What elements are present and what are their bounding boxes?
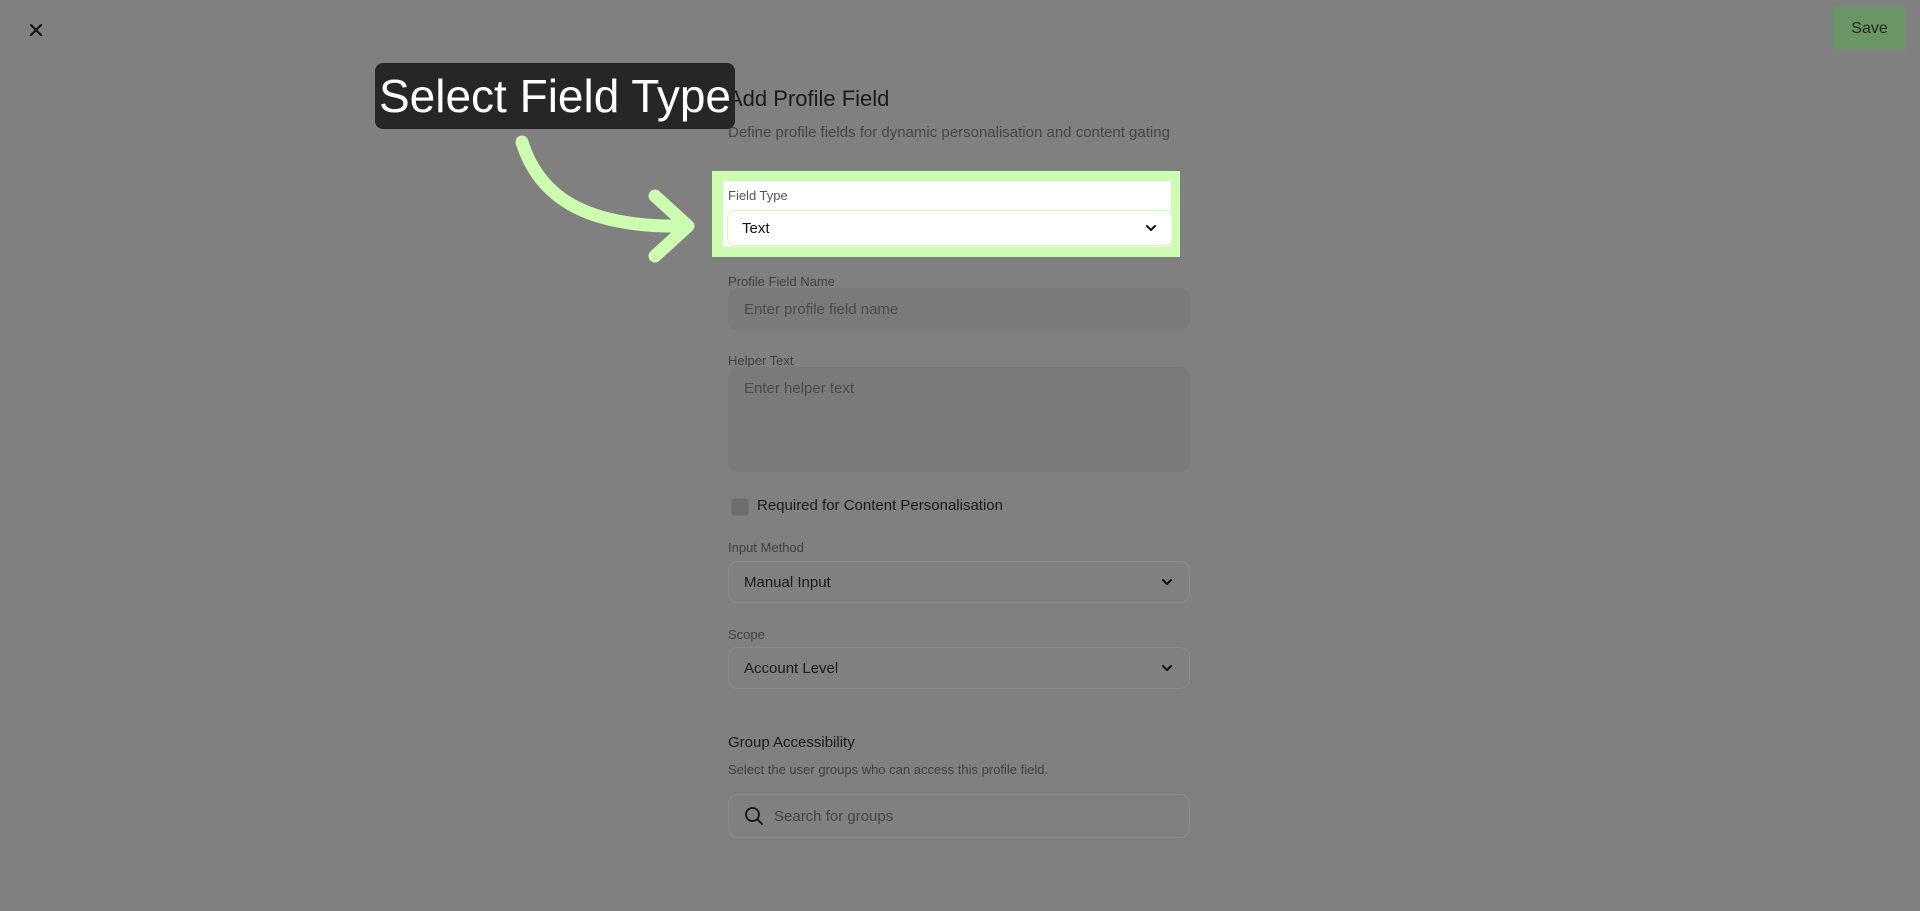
chevron-down-icon: [1162, 579, 1172, 585]
scope-select[interactable]: Account Level: [728, 647, 1190, 689]
required-checkbox[interactable]: [731, 498, 749, 516]
page-title: Add Profile Field: [728, 86, 890, 111]
helper-text-textarea[interactable]: Enter helper text: [728, 367, 1190, 472]
chevron-down-icon: [1162, 665, 1172, 671]
close-icon: [30, 24, 42, 36]
required-checkbox-label: Required for Content Personalisation: [757, 497, 1003, 514]
scope-label: Scope: [728, 627, 765, 642]
page-subtitle: Define profile fields for dynamic person…: [728, 124, 1170, 141]
chevron-down-icon: [1146, 225, 1156, 231]
pointer-arrow-icon: [515, 135, 695, 263]
profile-field-name-label: Profile Field Name: [728, 274, 835, 289]
input-method-select[interactable]: Manual Input: [728, 561, 1190, 603]
field-type-label: Field Type: [728, 188, 788, 203]
tutorial-callout: Select Field Type: [375, 63, 735, 129]
close-button[interactable]: [22, 16, 50, 44]
group-search-input[interactable]: Search for groups: [728, 794, 1190, 838]
field-type-value: Text: [742, 219, 770, 237]
save-button[interactable]: Save: [1833, 7, 1906, 50]
input-method-label: Input Method: [728, 540, 804, 555]
group-accessibility-title: Group Accessibility: [728, 734, 855, 751]
profile-field-name-placeholder: Enter profile field name: [744, 300, 899, 318]
input-method-value: Manual Input: [744, 573, 831, 591]
field-type-select[interactable]: Text: [727, 210, 1173, 246]
profile-field-name-input[interactable]: Enter profile field name: [728, 288, 1190, 330]
group-accessibility-description: Select the user groups who can access th…: [728, 762, 1049, 777]
scope-value: Account Level: [744, 659, 839, 677]
helper-text-label: Helper Text: [728, 353, 794, 368]
helper-text-placeholder: Enter helper text: [744, 380, 855, 397]
search-icon: [745, 807, 763, 825]
group-search-placeholder: Search for groups: [774, 807, 894, 825]
